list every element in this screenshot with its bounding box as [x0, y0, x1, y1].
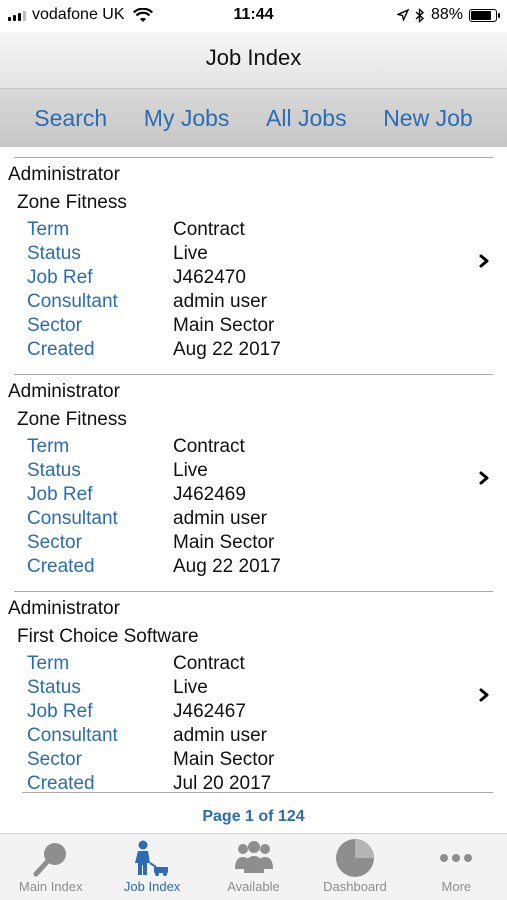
field-label: Job Ref: [27, 267, 93, 288]
battery-percent: 88%: [430, 6, 463, 23]
bluetooth-icon: [415, 7, 425, 23]
job-field-row: Consultant admin user: [27, 507, 493, 531]
page-title: Job Index: [0, 32, 507, 89]
all-jobs-link[interactable]: All Jobs: [266, 105, 347, 132]
tab-label: Job Index: [123, 879, 181, 894]
location-arrow-icon: [396, 9, 409, 21]
search-link[interactable]: Search: [34, 105, 107, 132]
job-field-row: Sector Main Sector: [27, 531, 493, 555]
nav-bar: Search My Jobs All Jobs New Job: [0, 89, 507, 147]
field-label: Status: [27, 677, 81, 698]
job-field-row: Sector Main Sector: [27, 748, 493, 772]
field-label: Status: [27, 243, 81, 264]
job-card[interactable]: Administrator Zone Fitness Term Contract Sta…: [8, 374, 495, 581]
battery-icon: [469, 8, 500, 22]
job-company: Zone Fitness: [17, 409, 127, 430]
field-value: J462467: [173, 701, 246, 722]
field-value: J462469: [173, 484, 246, 505]
field-value: Aug 22 2017: [173, 556, 281, 577]
job-field-row: Sector Main Sector: [27, 314, 493, 338]
job-owner: Administrator: [8, 381, 120, 402]
job-field-row: Status Live: [27, 676, 493, 700]
job-field-row: Created Aug 22 2017: [27, 338, 493, 362]
field-value: Main Sector: [173, 315, 275, 336]
field-value: Aug 22 2017: [173, 339, 281, 360]
field-label: Consultant: [27, 508, 118, 529]
field-value: admin user: [173, 725, 267, 746]
field-value: Main Sector: [173, 532, 275, 553]
magnifier-icon: [0, 838, 101, 878]
field-value: Main Sector: [173, 749, 275, 770]
job-field-row: Status Live: [27, 242, 493, 266]
my-jobs-link[interactable]: My Jobs: [144, 105, 230, 132]
job-field-row: Job Ref J462469: [27, 483, 493, 507]
field-label: Sector: [27, 749, 82, 770]
list-divider: [22, 792, 493, 793]
job-field-row: Term Contract: [27, 652, 493, 676]
job-company: Zone Fitness: [17, 192, 127, 213]
pie-chart-icon: [304, 838, 405, 878]
field-label: Consultant: [27, 291, 118, 312]
field-label: Created: [27, 556, 95, 577]
field-value: J462470: [173, 267, 246, 288]
field-label: Sector: [27, 315, 82, 336]
field-label: Consultant: [27, 725, 118, 746]
job-field-row: Job Ref J462470: [27, 266, 493, 290]
tab-label: Available: [227, 879, 280, 894]
tab-label: More: [441, 879, 472, 894]
job-list: Administrator Zone Fitness Term Contract Sta…: [0, 147, 507, 835]
tab-more[interactable]: More: [406, 834, 507, 900]
job-fields: Term Contract Status Live Job Ref J462469 Cons…: [27, 435, 493, 579]
job-field-row: Job Ref J462467: [27, 700, 493, 724]
tab-dashboard[interactable]: Dashboard: [304, 834, 405, 900]
field-value: Contract: [173, 436, 245, 457]
tab-label: Dashboard: [323, 879, 387, 894]
chevron-right-icon[interactable]: [473, 467, 495, 489]
field-value: Contract: [173, 653, 245, 674]
field-label: Sector: [27, 532, 82, 553]
field-label: Job Ref: [27, 701, 93, 722]
field-value: Live: [173, 460, 208, 481]
job-card[interactable]: Administrator First Choice Software Term Co…: [8, 591, 495, 798]
job-fields: Term Contract Status Live Job Ref J462470 Cons…: [27, 218, 493, 362]
chevron-right-icon[interactable]: [473, 684, 495, 706]
ellipsis-icon: [406, 838, 507, 878]
job-field-row: Term Contract: [27, 435, 493, 459]
status-right: 88%: [396, 6, 500, 24]
pager[interactable]: Page 1 of 124: [0, 808, 507, 826]
job-field-row: Status Live: [27, 459, 493, 483]
field-value: Live: [173, 677, 208, 698]
chevron-right-icon[interactable]: [473, 250, 495, 272]
new-job-link[interactable]: New Job: [383, 105, 472, 132]
field-value: Live: [173, 243, 208, 264]
field-value: admin user: [173, 508, 267, 529]
field-label: Term: [27, 653, 70, 674]
status-bar: vodafone UK 11:44 88%: [0, 0, 507, 32]
people-group-icon: [203, 838, 304, 878]
field-value: admin user: [173, 291, 267, 312]
field-label: Term: [27, 436, 70, 457]
field-label: Created: [27, 339, 95, 360]
field-value: Contract: [173, 219, 245, 240]
field-label: Status: [27, 460, 81, 481]
tab-job-index[interactable]: Job Index: [101, 834, 202, 900]
job-company: First Choice Software: [17, 626, 199, 647]
field-label: Term: [27, 219, 70, 240]
job-owner: Administrator: [8, 164, 120, 185]
job-field-row: Term Contract: [27, 218, 493, 242]
tab-available[interactable]: Available: [203, 834, 304, 900]
job-field-row: Consultant admin user: [27, 724, 493, 748]
field-label: Job Ref: [27, 484, 93, 505]
job-field-row: Created Aug 22 2017: [27, 555, 493, 579]
tab-main-index[interactable]: Main Index: [0, 834, 101, 900]
tab-bar: Main Index Job Index Available Dashboard…: [0, 833, 507, 900]
job-field-row: Consultant admin user: [27, 290, 493, 314]
job-owner: Administrator: [8, 598, 120, 619]
worker-icon: [101, 838, 202, 878]
tab-label: Main Index: [18, 879, 83, 894]
job-card[interactable]: Administrator Zone Fitness Term Contract Sta…: [8, 157, 495, 364]
job-fields: Term Contract Status Live Job Ref J462467 Cons…: [27, 652, 493, 796]
